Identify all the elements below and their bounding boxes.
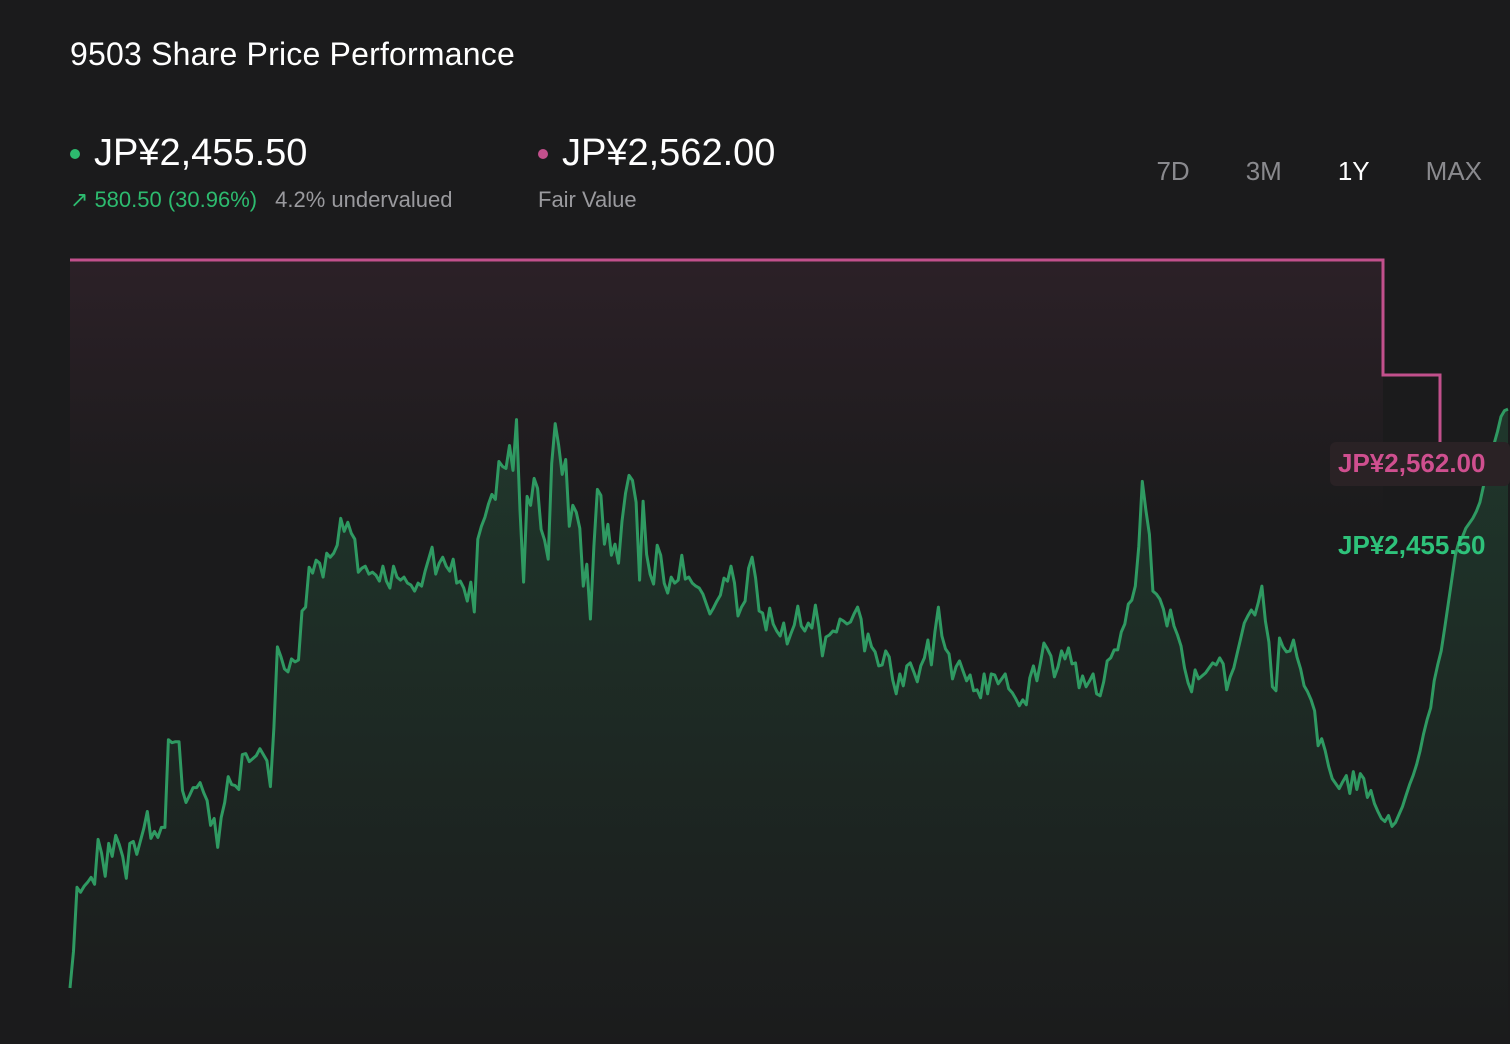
- price-chart: [68, 258, 1510, 1044]
- fair-value-band: [70, 260, 1383, 520]
- current-price-tag: JP¥2,455.50: [1338, 530, 1486, 560]
- fair-value-tag: JP¥2,562.00: [1338, 448, 1486, 478]
- chart-root: 9503 Share Price Performance JP¥2,455.50…: [0, 0, 1510, 1044]
